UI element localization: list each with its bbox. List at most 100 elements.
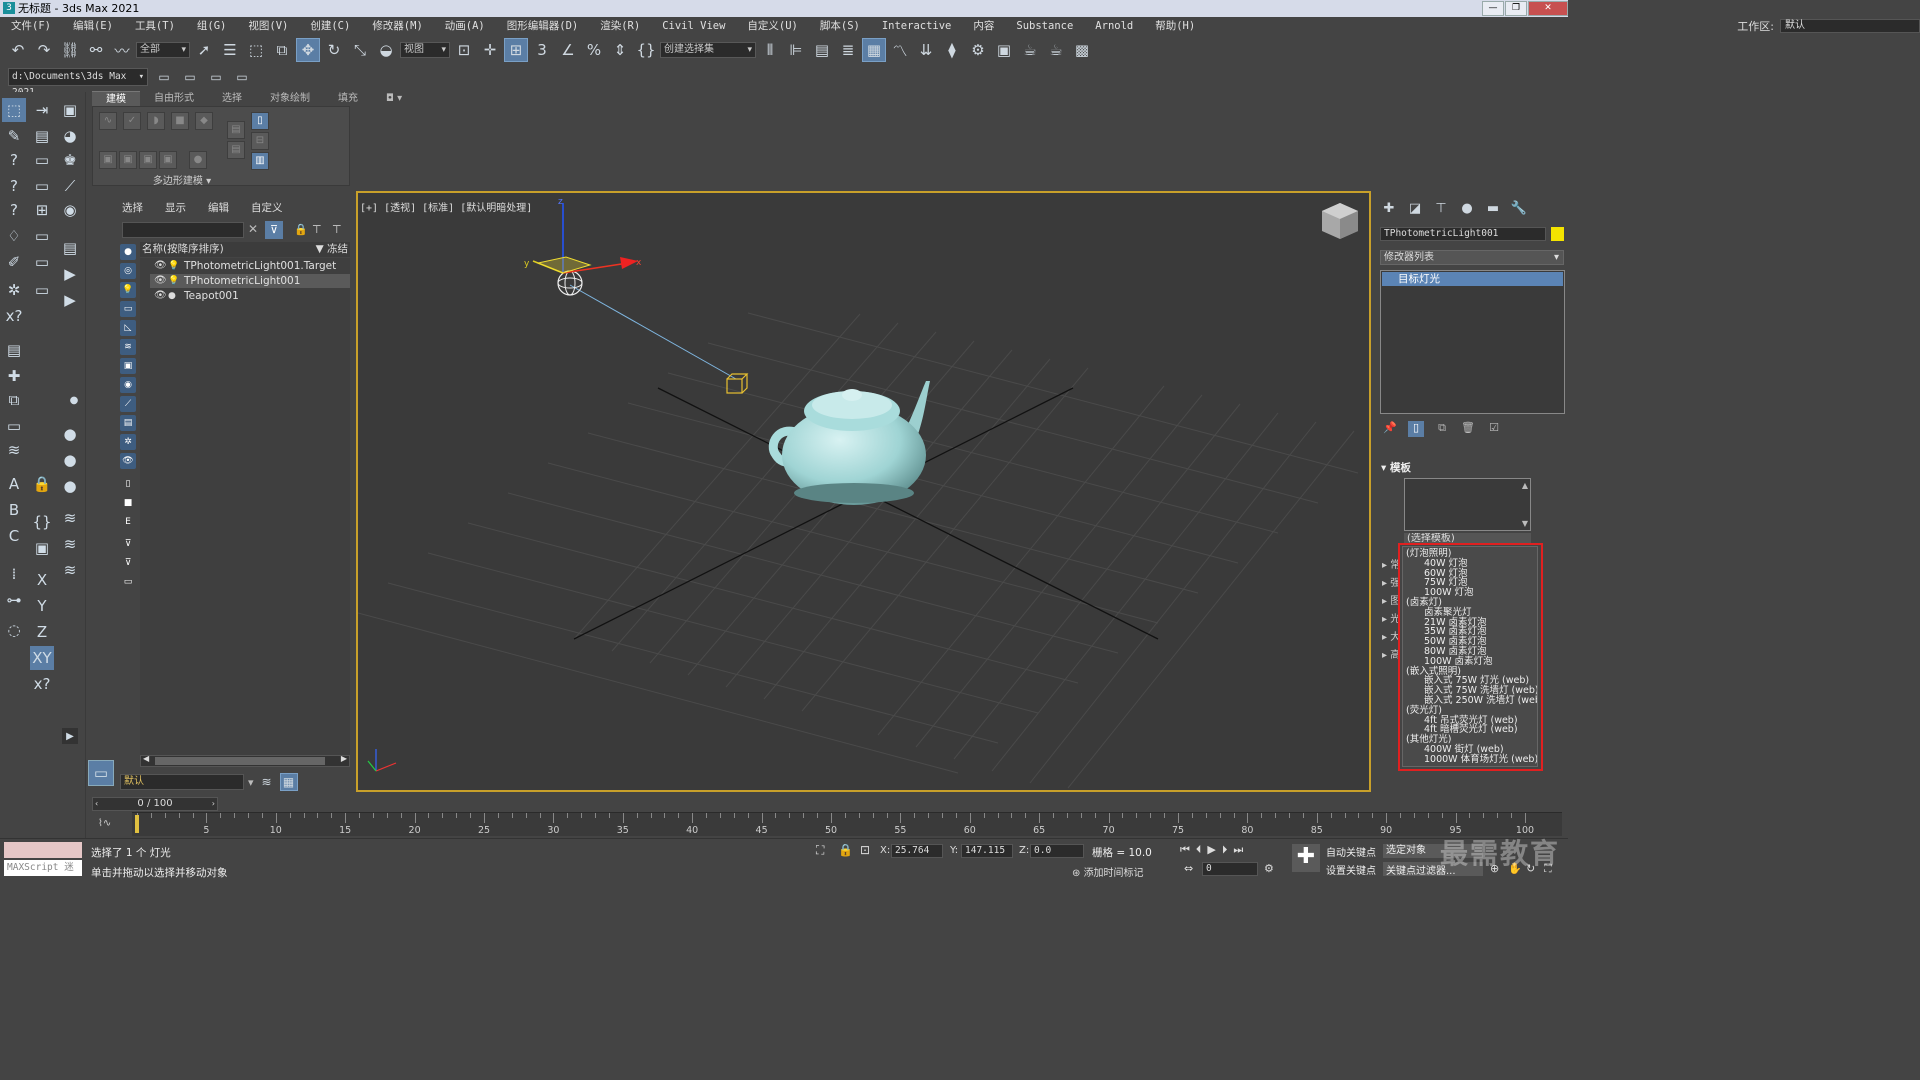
menu-content[interactable]: 内容: [962, 17, 1005, 35]
se-menu-edit[interactable]: 编辑: [208, 200, 229, 216]
edit-named-selection-icon[interactable]: {}: [634, 38, 658, 62]
named-selection-set-dropdown[interactable]: 创建选择集: [660, 42, 756, 58]
filter-funnel-icon[interactable]: ⊽: [120, 536, 136, 552]
scene-tool-icon-9[interactable]: ⊞: [30, 198, 54, 222]
ribbon-btn-5[interactable]: ◆: [195, 112, 213, 130]
scene-tool-icon-8[interactable]: ⟋: [58, 174, 82, 198]
scene-tool-icon-7[interactable]: ▭: [30, 174, 54, 198]
bracket-lock-icon[interactable]: ▣: [30, 536, 54, 560]
scene-explorer-toggle-icon[interactable]: ▦: [862, 38, 886, 62]
absolute-mode-icon[interactable]: ⊡: [860, 843, 870, 857]
selection-lock-icon[interactable]: 🔒: [838, 843, 853, 857]
filter-groups-icon[interactable]: ▣: [120, 358, 136, 374]
render-icon[interactable]: ☕: [1018, 38, 1042, 62]
prev-key-icon[interactable]: ⏴: [1196, 843, 1202, 857]
ribbon-btn-10[interactable]: ●: [189, 151, 207, 169]
dropdown-arrow-icon[interactable]: ▾: [248, 776, 254, 789]
scroll-thumb[interactable]: [155, 757, 325, 765]
link-icon[interactable]: ⛓: [58, 38, 82, 62]
modifier-stack-item[interactable]: 目标灯光: [1382, 272, 1563, 286]
visibility-eye-icon[interactable]: 👁: [154, 259, 167, 273]
text-a-icon[interactable]: A: [2, 472, 26, 496]
clear-search-icon[interactable]: ✕: [248, 222, 258, 236]
auto-key-button[interactable]: 自动关键点: [1326, 844, 1376, 859]
stack-icon-3[interactable]: ≋: [58, 558, 82, 582]
scene-horizontal-scrollbar[interactable]: ◀ ▶: [140, 754, 350, 767]
select-tool-icon-a[interactable]: ?: [2, 198, 26, 222]
lasso-icon[interactable]: ✎: [2, 124, 26, 148]
scene-tool-icon-3[interactable]: ▤: [30, 124, 54, 148]
mirror-icon[interactable]: ⫴: [758, 38, 782, 62]
freehand-icon[interactable]: ?: [2, 174, 26, 198]
filter-shapes-icon[interactable]: ◎: [120, 263, 136, 279]
expand-arrow-icon[interactable]: ▶: [62, 728, 78, 744]
menu-tools[interactable]: 工具(T): [124, 17, 186, 35]
text-b-icon[interactable]: B: [2, 498, 26, 522]
rect-selection-icon[interactable]: ⬚: [244, 38, 268, 62]
scene-tool-icon-4[interactable]: ◕: [58, 124, 82, 148]
dotted-circle-icon[interactable]: ◌: [2, 618, 26, 642]
ribbon-btn-13[interactable]: ▯: [251, 112, 269, 130]
dots-grid-icon[interactable]: ⁞: [2, 562, 26, 586]
configure-modifier-sets-icon[interactable]: ☑: [1486, 421, 1502, 437]
ribbon-options-icon[interactable]: ◘ ▾: [372, 91, 416, 106]
angle-snap-icon[interactable]: ∠: [556, 38, 580, 62]
layer-dropdown[interactable]: 默认: [120, 774, 244, 790]
scene-tool-icon-2[interactable]: ▣: [58, 98, 82, 122]
project-settings-icon[interactable]: ▭: [232, 67, 252, 87]
current-frame-field[interactable]: 0: [1202, 862, 1258, 876]
ribbon-group-label[interactable]: 多边形建模 ▾: [92, 172, 272, 187]
x-coordinate-field[interactable]: 25.764: [891, 844, 943, 858]
ribbon-tab-object-paint[interactable]: 对象绘制: [256, 91, 324, 106]
curve-editor-icon[interactable]: 〽: [888, 38, 912, 62]
grey-circle-icon-3[interactable]: ●: [58, 474, 82, 498]
constrain-z-button[interactable]: Z: [30, 620, 54, 644]
modifier-list-dropdown[interactable]: 修改器列表: [1380, 250, 1564, 265]
menu-help[interactable]: 帮助(H): [1144, 17, 1206, 35]
filter-none-icon[interactable]: E: [120, 514, 136, 530]
pin-stack-icon[interactable]: 📌: [1382, 421, 1398, 437]
ribbon-btn-2[interactable]: ✓: [123, 112, 141, 130]
object-name-field[interactable]: TPhotometricLight001: [1380, 227, 1546, 241]
select-object-icon[interactable]: ➚: [192, 38, 216, 62]
redo-icon[interactable]: ↷: [32, 38, 56, 62]
layers-icon[interactable]: ≣: [836, 38, 860, 62]
time-slider-track[interactable]: [90, 796, 1568, 812]
layer-stack-icon[interactable]: ▤: [2, 338, 26, 362]
scroll-right-icon[interactable]: ▶: [341, 754, 347, 763]
select-region-icon[interactable]: ⬚: [2, 98, 26, 122]
select-scale-icon[interactable]: ⤡: [348, 38, 372, 62]
make-unique-icon[interactable]: ⧉: [1434, 421, 1450, 437]
ribbon-btn-4[interactable]: ■: [171, 112, 189, 130]
scene-tool-icon-16[interactable]: ▶: [58, 288, 82, 312]
menu-edit[interactable]: 编辑(E): [62, 17, 124, 35]
snowflake-icon[interactable]: ✲: [2, 278, 26, 302]
filter-icon[interactable]: ⊽: [265, 221, 283, 239]
menu-animation[interactable]: 动画(A): [434, 17, 496, 35]
scene-row[interactable]: 👁 ● Teapot001: [150, 289, 350, 303]
visibility-eye-icon[interactable]: 👁: [154, 289, 167, 303]
grey-circle-icon-2[interactable]: ●: [58, 448, 82, 472]
text-c-icon[interactable]: C: [2, 524, 26, 548]
preview-scroll-up-icon[interactable]: ▲: [1522, 481, 1528, 490]
filter-frozen-icon[interactable]: ▯: [120, 476, 136, 492]
goto-end-icon[interactable]: ⏭: [1233, 843, 1243, 857]
scene-tool-icon-11[interactable]: ▭: [30, 224, 54, 248]
scene-tool-icon-12[interactable]: ▤: [58, 236, 82, 260]
scene-tool-icon-15[interactable]: ▭: [30, 278, 54, 302]
scene-tool-icon-14[interactable]: ▶: [58, 262, 82, 286]
menu-group[interactable]: 组(G): [186, 17, 237, 35]
key-mode-icon[interactable]: ⇔: [1184, 862, 1193, 875]
prev-frame-icon[interactable]: ‹: [95, 798, 98, 810]
select-manipulate-icon[interactable]: ✛: [478, 38, 502, 62]
layer-explorer-icon[interactable]: ▤: [810, 38, 834, 62]
bind-space-warp-icon[interactable]: 〰: [110, 38, 134, 62]
menu-rendering[interactable]: 渲染(R): [589, 17, 651, 35]
set-key-icon[interactable]: ✚: [1292, 844, 1320, 872]
isolate-selection-icon[interactable]: ⛶: [816, 843, 824, 858]
se-menu-customize[interactable]: 自定义: [251, 200, 283, 216]
menu-create[interactable]: 创建(C): [299, 17, 361, 35]
filter-spacewarps-icon[interactable]: ≋: [120, 339, 136, 355]
schematic-view-icon[interactable]: ⇊: [914, 38, 938, 62]
lock-selection-icon[interactable]: 🔒: [294, 223, 308, 236]
